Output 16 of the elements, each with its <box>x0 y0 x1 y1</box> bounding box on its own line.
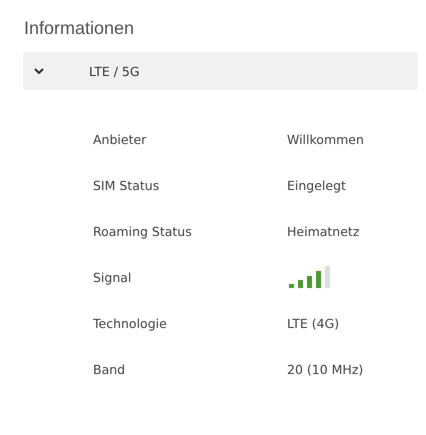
field-label: Technologie <box>93 316 168 330</box>
field-value: Eingelegt <box>287 178 346 192</box>
section-header[interactable]: LTE / 5G <box>23 52 418 90</box>
field-value: 20 (10 MHz) <box>287 362 364 376</box>
signal-icon <box>289 266 331 288</box>
field-label: Signal <box>93 270 132 284</box>
field-value: Willkommen <box>287 132 364 146</box>
page-title: Informationen <box>24 18 134 39</box>
section-label: LTE / 5G <box>89 64 140 78</box>
field-label: Roaming Status <box>93 224 193 238</box>
field-label: Anbieter <box>93 132 148 146</box>
chevron-icon <box>34 68 44 74</box>
field-label: Band <box>93 362 126 376</box>
field-value: LTE (4G) <box>287 316 340 330</box>
field-label: SIM Status <box>93 178 160 192</box>
field-value: Heimatnetz <box>287 224 360 238</box>
